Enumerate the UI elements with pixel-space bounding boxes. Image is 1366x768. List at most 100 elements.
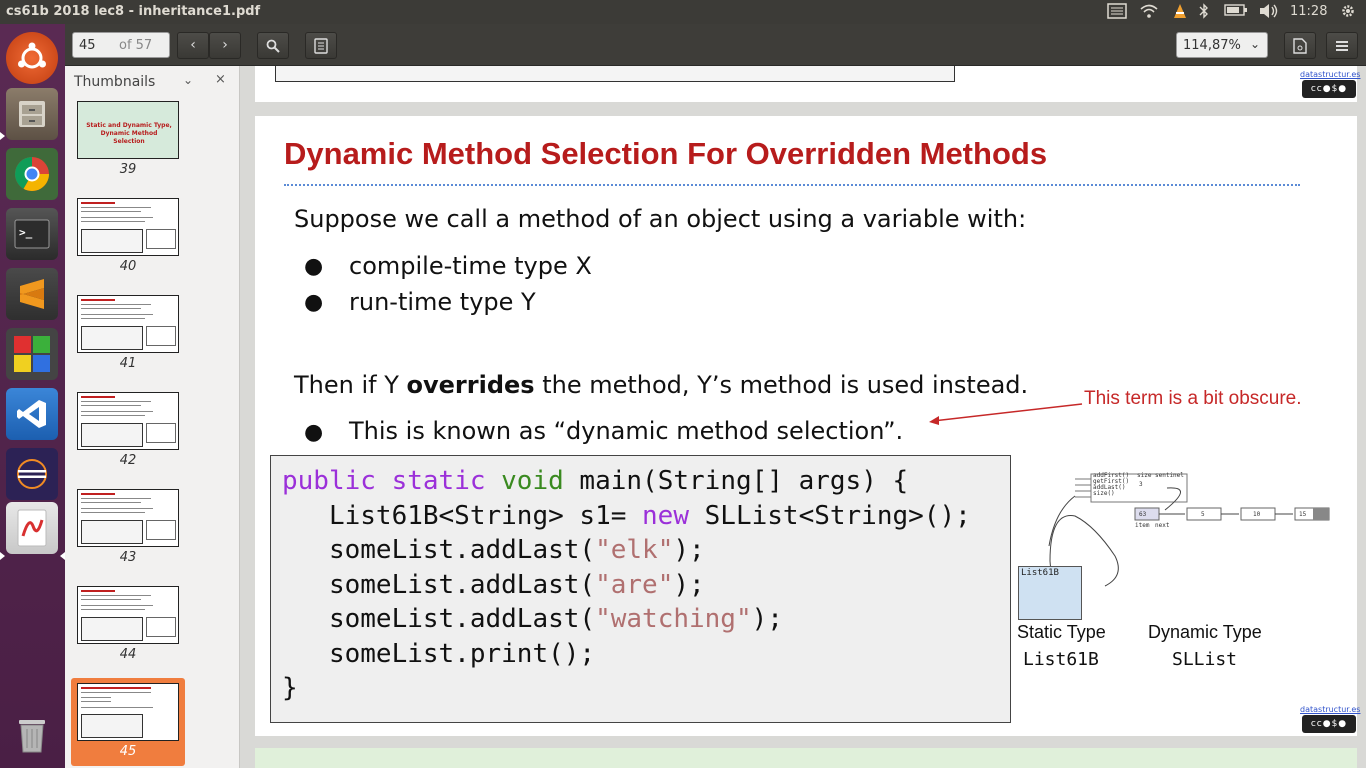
title-divider	[284, 184, 1300, 186]
page-total: of 57	[119, 38, 153, 53]
known-as-text: This is known as “dynamic method selecti…	[349, 417, 904, 445]
chevron-right-icon: ›	[222, 37, 228, 53]
thumbnail-page-42[interactable]	[77, 392, 179, 450]
annotations-button[interactable]	[305, 32, 337, 59]
running-indicator	[0, 552, 5, 560]
pdf-viewer-icon[interactable]	[6, 502, 58, 554]
annotate-icon	[314, 38, 328, 54]
keyboard-icon[interactable]	[1106, 3, 1128, 21]
eclipse-icon[interactable]	[6, 448, 58, 500]
page-current[interactable]: 45	[79, 38, 109, 53]
overrides-bold: overrides	[406, 371, 535, 399]
node-value: 63	[1139, 511, 1147, 518]
vscode-icon[interactable]	[6, 388, 58, 440]
chevron-down-icon[interactable]: ⌄	[183, 73, 193, 87]
system-top-bar: cs61b 2018 lec8 - inheritance1.pdf 11:28	[0, 0, 1366, 24]
bullet-icon: ●	[304, 420, 324, 445]
thumbnail-label: 42	[119, 453, 137, 468]
node-value: 10	[1253, 511, 1261, 518]
method-label: size()	[1093, 490, 1115, 497]
trash-icon[interactable]	[6, 708, 58, 760]
zoom-value[interactable]: 114,87%	[1183, 38, 1241, 53]
code-line: someList.addLast("watching");	[282, 604, 783, 634]
cc-by-nc-sa-icon: cc●$●	[1302, 80, 1356, 98]
thumbnail-page-39[interactable]: Static and Dynamic Type, Dynamic Method …	[77, 101, 179, 159]
thumbnail-page-45[interactable]	[77, 683, 179, 741]
battery-icon[interactable]	[1222, 3, 1250, 21]
document-button[interactable]	[1284, 32, 1316, 59]
sublime-icon[interactable]	[6, 268, 58, 320]
footer-link[interactable]: datastructur.es	[1300, 705, 1360, 714]
squares-icon[interactable]	[6, 328, 58, 380]
code-line: someList.print();	[282, 639, 596, 669]
thumbnails-sidebar: Thumbnails ⌄ × Static and Dynamic Type, …	[65, 66, 240, 768]
window-title: cs61b 2018 lec8 - inheritance1.pdf	[6, 4, 261, 19]
running-indicator	[0, 132, 5, 140]
size-label: size	[1137, 472, 1152, 479]
next-page-button[interactable]: ›	[209, 32, 241, 59]
thumbnail-label: 41	[119, 356, 137, 371]
item-label: item	[1135, 522, 1150, 529]
menu-button[interactable]	[1326, 32, 1358, 59]
file-cabinet-icon[interactable]	[6, 88, 58, 140]
bullet-icon: ●	[304, 254, 324, 279]
thumbnail-page-40[interactable]	[77, 198, 179, 256]
code-line: someList.addLast("elk");	[282, 535, 705, 565]
static-type-box: List61B	[1018, 566, 1082, 620]
intro-text: Suppose we call a method of an object us…	[294, 205, 1027, 233]
previous-page-fragment: datastructur.es cc●$●	[255, 66, 1360, 102]
terminal-icon[interactable]: >_	[6, 208, 58, 260]
zoom-selector[interactable]: 114,87% ⌄	[1176, 32, 1268, 58]
code-line: someList.addLast("are");	[282, 570, 705, 600]
gear-icon[interactable]	[1338, 3, 1358, 21]
chevron-left-icon: ‹	[190, 37, 196, 53]
viewer-toolbar: 45 of 57 ‹ › 114,87% ⌄	[65, 24, 1366, 66]
overrides-suffix: the method, Y’s method is used instead.	[534, 371, 1029, 399]
thumbnail-page-44[interactable]	[77, 586, 179, 644]
type-diagram: addFirst() getFirst() addLast() size() s…	[1015, 466, 1355, 706]
footer-link[interactable]: datastructur.es	[1300, 70, 1360, 79]
next-page-fragment	[255, 748, 1357, 768]
thumbnail-page-43[interactable]	[77, 489, 179, 547]
code-block: public static void main(String[] args) {…	[270, 455, 1011, 723]
static-box-label: List61B	[1021, 568, 1059, 578]
page-number-field[interactable]: 45 of 57	[72, 32, 170, 58]
dynamic-type-label: Dynamic Type	[1148, 622, 1262, 642]
hamburger-menu-icon	[1336, 41, 1348, 51]
code-line: }	[282, 673, 298, 703]
close-icon[interactable]: ×	[215, 72, 226, 87]
vlc-icon[interactable]	[1170, 3, 1190, 21]
slide-title: Dynamic Method Selection For Overridden …	[284, 136, 1048, 171]
search-button[interactable]	[257, 32, 289, 59]
thumbnail-label: 43	[119, 550, 137, 565]
next-label: next	[1155, 522, 1170, 529]
code-line: List61B<String> s1= new SLList<String>()…	[282, 501, 971, 531]
size-value: 3	[1139, 481, 1143, 488]
wifi-icon[interactable]	[1138, 3, 1160, 21]
dynamic-type-value: SLList	[1172, 649, 1238, 670]
pdf-page: Dynamic Method Selection For Overridden …	[255, 116, 1360, 736]
static-type-value: List61B	[1023, 649, 1099, 670]
overrides-sentence: Then if Y overrides the method, Y’s meth…	[294, 371, 1028, 399]
thumbnail-page-41[interactable]	[77, 295, 179, 353]
search-icon	[266, 39, 280, 53]
bullet-text: run-time type Y	[349, 288, 536, 316]
code-line: public static void main(String[] args) {	[282, 466, 909, 496]
sidebar-title[interactable]: Thumbnails	[74, 74, 155, 90]
document-view[interactable]: datastructur.es cc●$● Dynamic Method Sel…	[240, 66, 1366, 768]
bluetooth-icon[interactable]	[1196, 3, 1212, 21]
chevron-down-icon[interactable]: ⌄	[1250, 37, 1260, 51]
annotation-text: This term is a bit obscure.	[1084, 388, 1302, 409]
clock[interactable]: 11:28	[1290, 4, 1327, 19]
previous-page-button[interactable]: ‹	[177, 32, 209, 59]
cc-by-nc-sa-icon: cc●$●	[1302, 715, 1356, 733]
thumbnail-label: 44	[119, 647, 137, 662]
sidebar-header: Thumbnails ⌄ ×	[65, 66, 240, 98]
ubuntu-logo-icon[interactable]	[6, 32, 58, 84]
volume-icon[interactable]	[1256, 3, 1282, 21]
chrome-icon[interactable]	[6, 148, 58, 200]
launcher: >_	[0, 24, 65, 768]
node-value: 5	[1201, 511, 1205, 518]
document-icon	[1293, 38, 1307, 54]
thumbnail-label: 45	[119, 744, 137, 759]
